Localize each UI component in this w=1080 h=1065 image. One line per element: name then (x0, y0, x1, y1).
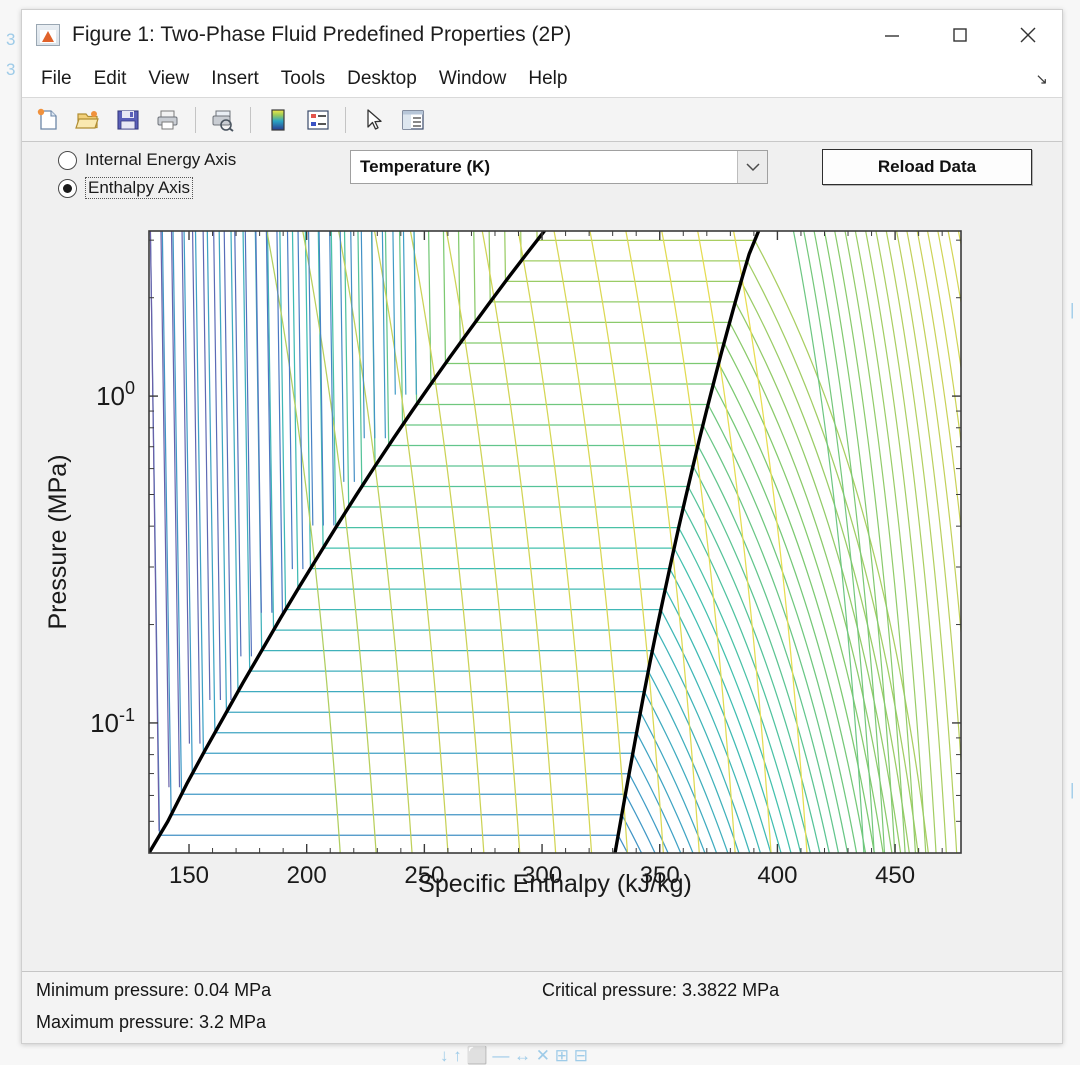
status-maximum-pressure: Maximum pressure: 3.2 MPa (36, 1012, 266, 1033)
control-panel: Internal Energy Axis Enthalpy Axis Tempe… (22, 142, 1062, 216)
maximize-icon[interactable] (926, 10, 994, 60)
y-axis-label: Pressure (MPa) (44, 454, 72, 629)
x-tick-label: 200 (287, 862, 327, 889)
menu-item-tools[interactable]: Tools (270, 66, 336, 92)
figure-plot-area: R-1234yf 15020025030035040045010-1100 Sp… (22, 216, 1062, 971)
menu-item-insert[interactable]: Insert (200, 66, 270, 92)
radio-unchecked-icon (58, 151, 77, 170)
window-controls (858, 10, 1062, 60)
print-figure-icon[interactable] (150, 102, 186, 138)
background-artifact: | (1070, 780, 1074, 800)
background-artifact: 3 (6, 60, 15, 80)
status-bar: Minimum pressure: 0.04 MPa Maximum press… (22, 971, 1062, 1043)
toolbar (22, 98, 1062, 142)
menu-item-file[interactable]: File (30, 66, 83, 92)
edit-plot-pointer-icon[interactable] (355, 102, 391, 138)
menu-item-view[interactable]: View (137, 66, 200, 92)
figure-window: Figure 1: Two-Phase Fluid Predefined Pro… (21, 9, 1063, 1044)
x-tick-label: 450 (875, 862, 915, 889)
close-icon[interactable] (994, 10, 1062, 60)
insert-legend-icon[interactable] (300, 102, 336, 138)
status-minimum-pressure: Minimum pressure: 0.04 MPa (36, 980, 271, 1001)
radio-internal-energy-axis-label: Internal Energy Axis (85, 150, 236, 170)
status-critical-pressure: Critical pressure: 3.3822 MPa (542, 980, 779, 1001)
radio-enthalpy-axis[interactable]: Enthalpy Axis (58, 176, 193, 200)
background-artifact: 3 (6, 30, 15, 50)
reload-data-button[interactable]: Reload Data (822, 149, 1032, 185)
background-artifact: | (1070, 300, 1074, 320)
chevron-down-icon[interactable] (737, 151, 767, 183)
menu-bar: File Edit View Insert Tools Desktop Wind… (22, 60, 1062, 98)
menu-item-edit[interactable]: Edit (83, 66, 138, 92)
toolbar-separator (195, 107, 196, 133)
menu-item-desktop[interactable]: Desktop (336, 66, 428, 92)
toolbar-separator (250, 107, 251, 133)
x-tick-label: 400 (757, 862, 797, 889)
save-figure-icon[interactable] (110, 102, 146, 138)
window-title: Figure 1: Two-Phase Fluid Predefined Pro… (72, 23, 571, 47)
x-axis-label: Specific Enthalpy (kJ/kg) (418, 870, 692, 898)
menu-item-window[interactable]: Window (428, 66, 518, 92)
contour-plot: 15020025030035040045010-1100 Specific En… (22, 216, 1062, 901)
matlab-figure-icon (36, 24, 60, 46)
print-preview-icon[interactable] (205, 102, 241, 138)
radio-enthalpy-axis-label: Enthalpy Axis (85, 177, 193, 199)
background-artifact: ↓ ↑ ⬜ — ↔ ✕ ⊞ ⊟ (440, 1046, 588, 1065)
property-select-value: Temperature (K) (351, 157, 737, 177)
property-select[interactable]: Temperature (K) (350, 150, 768, 184)
open-file-icon[interactable] (70, 102, 106, 138)
property-inspector-icon[interactable] (395, 102, 431, 138)
radio-internal-energy-axis[interactable]: Internal Energy Axis (58, 148, 236, 172)
minimize-icon[interactable] (858, 10, 926, 60)
menu-item-help[interactable]: Help (517, 66, 578, 92)
insert-colorbar-icon[interactable] (260, 102, 296, 138)
toolbar-separator (345, 107, 346, 133)
screenshot-root: ↓ ↑ ⬜ — ↔ ✕ ⊞ ⊟ 3 3 | | Figure 1: Two-Phase … (0, 0, 1080, 1065)
menu-overflow-icon[interactable]: ↘ (1035, 70, 1048, 88)
new-figure-icon[interactable] (30, 102, 66, 138)
title-bar: Figure 1: Two-Phase Fluid Predefined Pro… (22, 10, 1062, 60)
x-tick-label: 150 (169, 862, 209, 889)
radio-checked-icon (58, 179, 77, 198)
